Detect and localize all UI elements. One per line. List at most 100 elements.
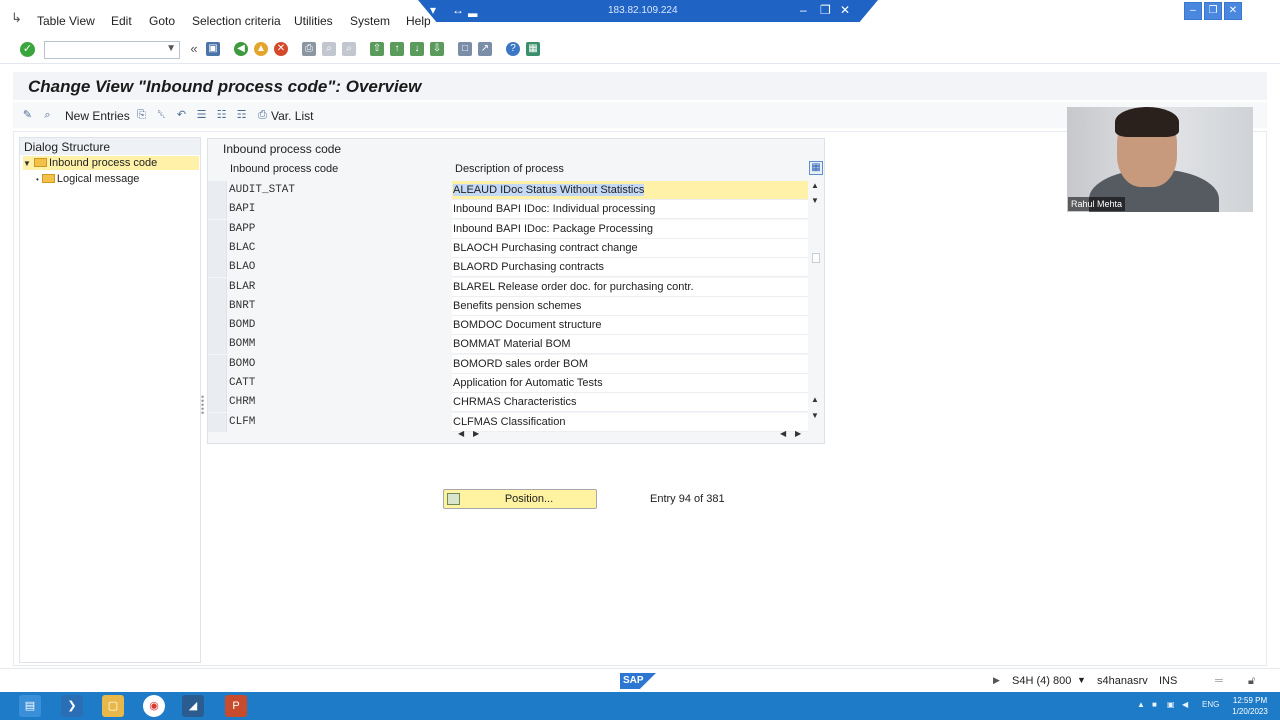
display-change-icon[interactable]: ✎: [21, 109, 34, 122]
row-selector[interactable]: [208, 277, 227, 297]
variant-icon[interactable]: ⎙: [256, 109, 269, 122]
menu-help[interactable]: Help: [406, 14, 431, 28]
row-selector[interactable]: [208, 219, 227, 239]
copy-icon[interactable]: ⎘: [135, 109, 148, 122]
menu-system[interactable]: System: [350, 14, 390, 28]
new-session-icon[interactable]: □: [458, 42, 472, 56]
table-row[interactable]: BLAO BLAORD Purchasing contracts: [208, 258, 808, 278]
cell-description[interactable]: BOMDOC Document structure: [452, 316, 808, 336]
menu-goto[interactable]: Goto: [149, 14, 175, 28]
page-up-icon[interactable]: ▲: [811, 395, 819, 404]
table-settings-icon[interactable]: ▦: [809, 161, 823, 175]
status-toggle-icon[interactable]: ▶: [993, 675, 1000, 686]
new-entries-button[interactable]: New Entries: [65, 109, 130, 123]
cell-description[interactable]: CLFMAS Classification: [452, 412, 808, 432]
cell-description[interactable]: Benefits pension schemes: [452, 296, 808, 316]
cancel-icon[interactable]: ✕: [274, 42, 288, 56]
menu-utilities[interactable]: Utilities: [294, 14, 333, 28]
position-button[interactable]: Position...: [443, 489, 597, 509]
row-selector[interactable]: [208, 238, 227, 258]
cell-description[interactable]: Inbound BAPI IDoc: Package Processing: [452, 219, 808, 239]
minimize-icon[interactable]: –: [1184, 2, 1202, 20]
menu-selection-criteria[interactable]: Selection criteria: [192, 14, 281, 28]
cell-description[interactable]: Application for Automatic Tests: [452, 374, 808, 393]
powershell-icon[interactable]: ❯: [61, 695, 83, 717]
scroll-right-icon[interactable]: ▶: [473, 429, 479, 438]
cell-description[interactable]: BOMORD sales order BOM: [452, 354, 808, 374]
menu-edit[interactable]: Edit: [111, 14, 132, 28]
tree-item-inbound-process-code[interactable]: ▼ Inbound process code: [23, 156, 199, 170]
server-manager-icon[interactable]: ▤: [19, 695, 41, 717]
expand-icon[interactable]: ▼: [23, 159, 31, 168]
column-header-description[interactable]: Description of process: [455, 163, 564, 175]
cell-description[interactable]: CHRMAS Characteristics: [452, 393, 808, 413]
maximize-icon[interactable]: ❐: [1204, 2, 1222, 20]
table-row[interactable]: BNRT Benefits pension schemes: [208, 296, 808, 316]
column-header-code[interactable]: Inbound process code: [230, 163, 338, 175]
menu-exit-icon[interactable]: ↳: [11, 11, 27, 25]
scroll-down-small-icon[interactable]: ▼: [811, 196, 819, 205]
back-icon[interactable]: ◀: [234, 42, 248, 56]
chevron-down-icon[interactable]: ▼: [166, 43, 176, 54]
table-row[interactable]: BOMO BOMORD sales order BOM: [208, 354, 808, 374]
powerpoint-icon[interactable]: P: [225, 695, 247, 717]
deselect-all-icon[interactable]: ☶: [235, 109, 248, 122]
chrome-icon[interactable]: ◉: [143, 695, 165, 717]
cell-description[interactable]: ALEAUD IDoc Status Without Statistics: [452, 181, 808, 200]
details-icon[interactable]: ⌕: [41, 109, 54, 122]
row-selector[interactable]: [208, 374, 227, 393]
remote-close-icon[interactable]: ✕: [840, 3, 850, 17]
row-selector[interactable]: [208, 335, 227, 355]
row-selector[interactable]: [208, 296, 227, 316]
remote-pin-icon[interactable]: ↔: [452, 3, 464, 17]
previous-page-icon[interactable]: ↑: [390, 42, 404, 56]
remote-dropdown-icon[interactable]: ▾: [430, 3, 436, 17]
status-mode[interactable]: INS: [1159, 675, 1177, 687]
help-icon[interactable]: ?: [506, 42, 520, 56]
row-selector[interactable]: [208, 393, 227, 413]
panel-splitter[interactable]: • • • • •: [201, 393, 204, 418]
save-icon[interactable]: ▣: [206, 42, 220, 56]
select-all-icon[interactable]: ☰: [195, 109, 208, 122]
cell-description[interactable]: BLAORD Purchasing contracts: [452, 258, 808, 278]
table-row[interactable]: CLFM CLFMAS Classification: [208, 412, 808, 432]
table-row[interactable]: BOMM BOMMAT Material BOM: [208, 335, 808, 355]
cell-description[interactable]: BOMMAT Material BOM: [452, 335, 808, 355]
system-dropdown-icon[interactable]: ▼: [1077, 675, 1086, 685]
tray-language[interactable]: ENG: [1202, 700, 1219, 709]
scroll-left-desc-icon[interactable]: ◀: [780, 429, 786, 438]
var-list-button[interactable]: Var. List: [271, 109, 313, 123]
tree-item-logical-message[interactable]: • Logical message: [36, 172, 139, 186]
row-selector[interactable]: [208, 200, 227, 220]
vertical-scrollbar[interactable]: ▲ ▼ ▲ ▼: [809, 181, 823, 423]
scroll-up-icon[interactable]: ▲: [811, 181, 819, 190]
table-row[interactable]: BAPP Inbound BAPI IDoc: Package Processin…: [208, 219, 808, 239]
table-row[interactable]: BAPI Inbound BAPI IDoc: Individual proces…: [208, 200, 808, 220]
select-block-icon[interactable]: ☷: [215, 109, 228, 122]
menu-table-view[interactable]: Table View: [37, 14, 95, 28]
exit-icon[interactable]: ▲: [254, 42, 268, 56]
tray-clock[interactable]: 12:59 PM 1/20/2023: [1228, 695, 1272, 717]
lock-icon[interactable]: 🔓︎: [1248, 675, 1255, 688]
find-next-icon[interactable]: ⌕: [342, 42, 356, 56]
row-selector[interactable]: [208, 316, 227, 336]
enter-icon[interactable]: ✓: [20, 42, 35, 57]
layout-menu-icon[interactable]: ▦: [526, 42, 540, 56]
tray-volume-icon[interactable]: ◀: [1182, 700, 1188, 709]
table-row[interactable]: BLAR BLAREL Release order doc. for purcha…: [208, 277, 808, 297]
cell-description[interactable]: Inbound BAPI IDoc: Individual processing: [452, 200, 808, 220]
table-row[interactable]: CATT Application for Automatic Tests: [208, 374, 808, 393]
cell-description[interactable]: BLAOCH Purchasing contract change: [452, 238, 808, 258]
cell-description[interactable]: BLAREL Release order doc. for purchasing…: [452, 277, 808, 297]
row-selector[interactable]: [208, 258, 227, 278]
file-explorer-icon[interactable]: ▢: [102, 695, 124, 717]
tray-expand-icon[interactable]: ▲: [1137, 700, 1145, 709]
first-page-icon[interactable]: ⇧: [370, 42, 384, 56]
table-row[interactable]: BOMD BOMDOC Document structure: [208, 316, 808, 336]
next-page-icon[interactable]: ↓: [410, 42, 424, 56]
tray-network-icon[interactable]: ▣: [1167, 700, 1175, 709]
close-icon[interactable]: ✕: [1224, 2, 1242, 20]
print-icon[interactable]: ⎙: [302, 42, 316, 56]
row-selector[interactable]: [208, 354, 227, 374]
shortcut-icon[interactable]: ↗: [478, 42, 492, 56]
